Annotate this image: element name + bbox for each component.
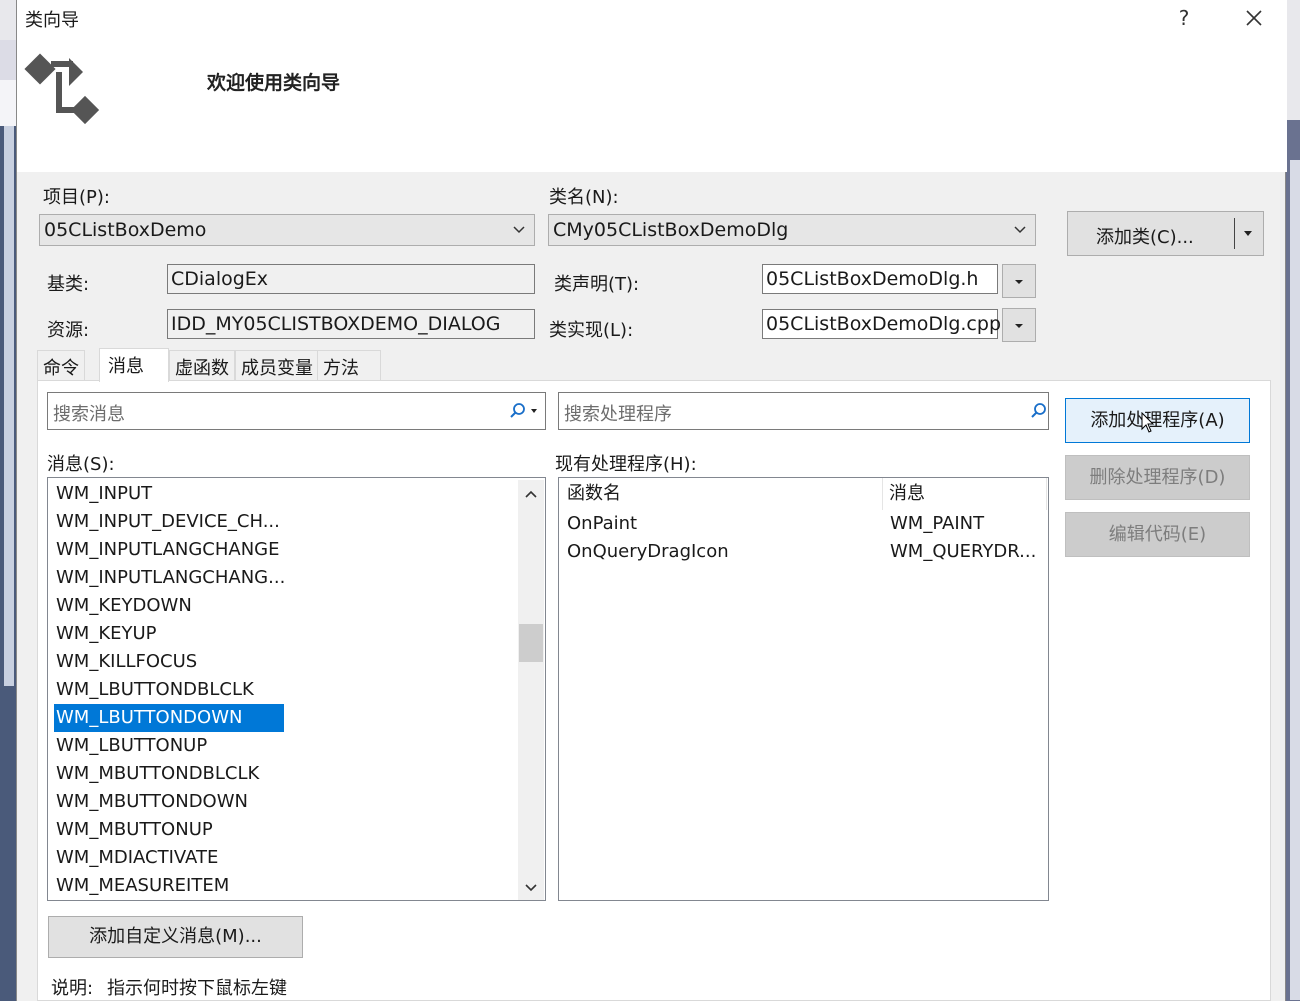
search-messages-placeholder: 搜索消息 (53, 404, 125, 425)
delete-handler-button[interactable]: 删除处理程序(D) (1065, 455, 1250, 500)
message-list-item[interactable]: WM_MBUTTONDOWN (54, 788, 248, 816)
column-header-message[interactable]: 消息 (883, 478, 1047, 510)
search-icon[interactable] (508, 401, 528, 421)
tab-methods[interactable]: 方法 (317, 350, 381, 380)
description-text: 指示何时按下鼠标左键 (107, 978, 287, 999)
help-button[interactable]: ? (1169, 4, 1199, 32)
handlers-listview[interactable]: 函数名 消息 OnPaint WM_PAINT OnQueryDragIcon … (558, 477, 1049, 901)
add-handler-button[interactable]: 添加处理程序(A) (1065, 398, 1250, 443)
dropdown-arrow-icon (1015, 280, 1023, 284)
search-icon[interactable] (1029, 401, 1049, 421)
message-list-item[interactable]: WM_INPUT (54, 480, 152, 508)
dialog-title: 类向导 (25, 10, 79, 31)
message-list-item[interactable]: WM_INPUT_DEVICE_CH... (54, 508, 280, 536)
mouse-cursor-icon (1141, 412, 1155, 433)
messages-listbox[interactable]: WM_INPUT WM_INPUT_DEVICE_CH... WM_INPUTLAN… (47, 477, 546, 901)
message-list-item[interactable]: WM_KEYUP (54, 620, 157, 648)
handler-row-message[interactable]: WM_QUERYDR... (890, 538, 1036, 566)
chevron-up-icon[interactable] (518, 482, 544, 506)
message-list-item[interactable]: WM_LBUTTONDBLCLK (54, 676, 254, 704)
message-list-item[interactable]: WM_MBUTTONDBLCLK (54, 760, 259, 788)
class-wizard-icon (24, 53, 100, 125)
background-ide-left (0, 0, 16, 1001)
class-implementation-label: 类实现(L): (549, 320, 634, 341)
tab-commands[interactable]: 命令 (37, 350, 85, 380)
resource-label: 资源: (47, 320, 90, 341)
handler-row-function[interactable]: OnPaint (567, 510, 637, 538)
chevron-down-icon (513, 226, 525, 234)
classname-label: 类名(N): (549, 187, 619, 208)
class-declaration-label: 类声明(T): (554, 274, 640, 295)
message-list-item[interactable]: WM_KEYDOWN (54, 592, 192, 620)
background-ide-right (1286, 0, 1300, 1001)
messages-label: 消息(S): (47, 454, 115, 475)
classname-value: CMy05CListBoxDemoDlg (553, 219, 789, 241)
search-options-arrow-icon[interactable] (531, 409, 537, 413)
message-list-item[interactable]: WM_MBUTTONUP (54, 816, 213, 844)
title-bar: 类向导 ? (17, 0, 1287, 36)
resource-value: IDD_MY05CLISTBOXDEMO_DIALOG (171, 313, 501, 335)
message-list-item[interactable]: WM_INPUTLANGCHANG... (54, 564, 285, 592)
class-declaration-dropdown-button[interactable] (1002, 264, 1036, 298)
chevron-down-icon[interactable] (518, 876, 544, 900)
search-handlers-input[interactable]: 搜索处理程序 (558, 392, 1049, 430)
message-list-item[interactable]: WM_MEASUREITEM (54, 872, 229, 900)
classname-combobox[interactable]: CMy05CListBoxDemoDlg (548, 214, 1036, 246)
handler-row-function[interactable]: OnQueryDragIcon (567, 538, 729, 566)
scrollbar-thumb[interactable] (519, 624, 543, 662)
base-class-label: 基类: (47, 274, 90, 295)
resource-field: IDD_MY05CLISTBOXDEMO_DIALOG (167, 309, 535, 339)
class-implementation-dropdown-button[interactable] (1002, 308, 1036, 342)
class-declaration-value: 05CListBoxDemoDlg.h (766, 268, 979, 290)
tab-messages[interactable]: 消息 (99, 348, 169, 382)
add-class-label: 添加类(C)... (1096, 227, 1194, 248)
project-label: 项目(P): (43, 187, 110, 208)
welcome-heading: 欢迎使用类向导 (207, 72, 341, 94)
message-list-item[interactable]: WM_INPUTLANGCHANGE (54, 536, 280, 564)
description-label: 说明: (51, 978, 94, 999)
add-class-button[interactable]: 添加类(C)... (1067, 211, 1264, 256)
handler-row-message[interactable]: WM_PAINT (890, 510, 984, 538)
wizard-header: 欢迎使用类向导 (17, 36, 1287, 172)
search-messages-input[interactable]: 搜索消息 (47, 392, 546, 430)
edit-code-button[interactable]: 编辑代码(E) (1065, 512, 1250, 557)
dropdown-arrow-icon[interactable] (1244, 231, 1252, 236)
message-list-item[interactable]: WM_LBUTTONUP (54, 732, 207, 760)
message-list-item[interactable]: WM_KILLFOCUS (54, 648, 197, 676)
class-wizard-dialog: 类向导 ? 欢迎使用类向导 项目(P): 05CListBoxDemo 类名(N… (16, 0, 1287, 1001)
search-handlers-placeholder: 搜索处理程序 (564, 404, 672, 425)
column-header-function-name[interactable]: 函数名 (561, 478, 883, 510)
dropdown-arrow-icon (1015, 324, 1023, 328)
base-class-value: CDialogEx (171, 268, 269, 290)
project-combobox[interactable]: 05CListBoxDemo (39, 214, 535, 246)
messages-scrollbar[interactable] (518, 480, 544, 900)
message-list-item[interactable]: WM_MDIACTIVATE (54, 844, 218, 872)
tab-virtual-functions[interactable]: 虚函数 (169, 350, 235, 380)
handlers-label: 现有处理程序(H): (555, 454, 697, 475)
class-declaration-field[interactable]: 05CListBoxDemoDlg.h (762, 264, 998, 294)
close-button[interactable] (1239, 4, 1269, 32)
add-custom-message-button[interactable]: 添加自定义消息(M)... (48, 916, 303, 958)
class-implementation-field[interactable]: 05CListBoxDemoDlg.cpp (762, 309, 1002, 339)
close-icon (1246, 10, 1262, 26)
class-implementation-value: 05CListBoxDemoDlg.cpp (766, 313, 1002, 335)
message-list-item[interactable]: WM_LBUTTONDOWN (54, 704, 284, 732)
base-class-field: CDialogEx (167, 264, 535, 294)
project-value: 05CListBoxDemo (44, 219, 207, 241)
chevron-down-icon (1014, 226, 1026, 234)
tab-member-variables[interactable]: 成员变量 (235, 350, 319, 380)
